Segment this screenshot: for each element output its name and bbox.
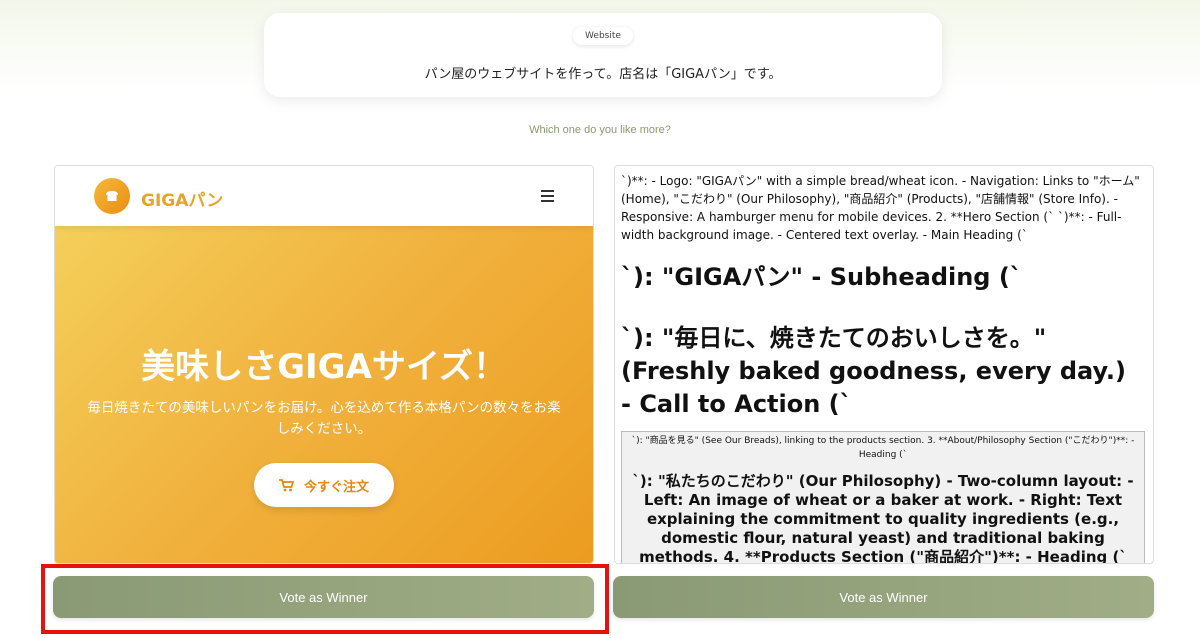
- site-header: GIGAパン: [55, 166, 593, 226]
- inner-bold-text: `): "私たちのこだわり" (Our Philosophy) - Two-co…: [632, 472, 1134, 564]
- rendered-inner-section: `): "商品を見る" (See Our Breads), linking to…: [621, 431, 1145, 564]
- category-tag: Website: [573, 27, 633, 45]
- brand-logo-text[interactable]: GIGAパン: [141, 186, 223, 211]
- order-now-button[interactable]: 今すぐ注文: [254, 463, 394, 507]
- vote-right-button[interactable]: Vote as Winner: [613, 576, 1154, 618]
- order-button-label: 今すぐ注文: [303, 479, 369, 495]
- hero-title: 美味しさGIGAサイズ！: [141, 347, 507, 387]
- hamburger-menu-icon[interactable]: [541, 190, 554, 202]
- raw-markdown-text: `)**: - Logo: "GIGAパン" with a simple bre…: [621, 174, 1140, 242]
- left-preview-panel[interactable]: GIGAパン 美味しさGIGAサイズ！ 毎日焼きたての美味しいパンをお届け。心を…: [54, 165, 594, 564]
- hero-section: 美味しさGIGAサイズ！ 毎日焼きたての美味しいパンをお届け。心を込めて作る本格…: [55, 226, 593, 563]
- comparison-question: Which one do you like more?: [529, 124, 671, 136]
- right-preview-panel[interactable]: `)**: - Logo: "GIGAパン" with a simple bre…: [614, 165, 1154, 564]
- prompt-text: パン屋のウェブサイトを作って。店名は「GIGAパン」です。: [424, 67, 782, 82]
- bread-icon: [94, 178, 130, 214]
- rendered-heading-2: `): "毎日に、焼きたてのおいしさを。" (Freshly baked goo…: [621, 324, 1126, 418]
- hero-subtitle: 毎日焼きたての美味しいパンをお届け。心を込めて作る本格パンの数々をお楽しみくださ…: [87, 400, 561, 437]
- cart-icon: [278, 478, 294, 491]
- inner-small-text: `): "商品を見る" (See Our Breads), linking to…: [631, 436, 1135, 460]
- vote-left-button[interactable]: Vote as Winner: [53, 576, 594, 618]
- rendered-heading-1: `): "GIGAパン" - Subheading (`: [621, 263, 1022, 291]
- prompt-card: Website パン屋のウェブサイトを作って。店名は「GIGAパン」です。: [264, 13, 942, 97]
